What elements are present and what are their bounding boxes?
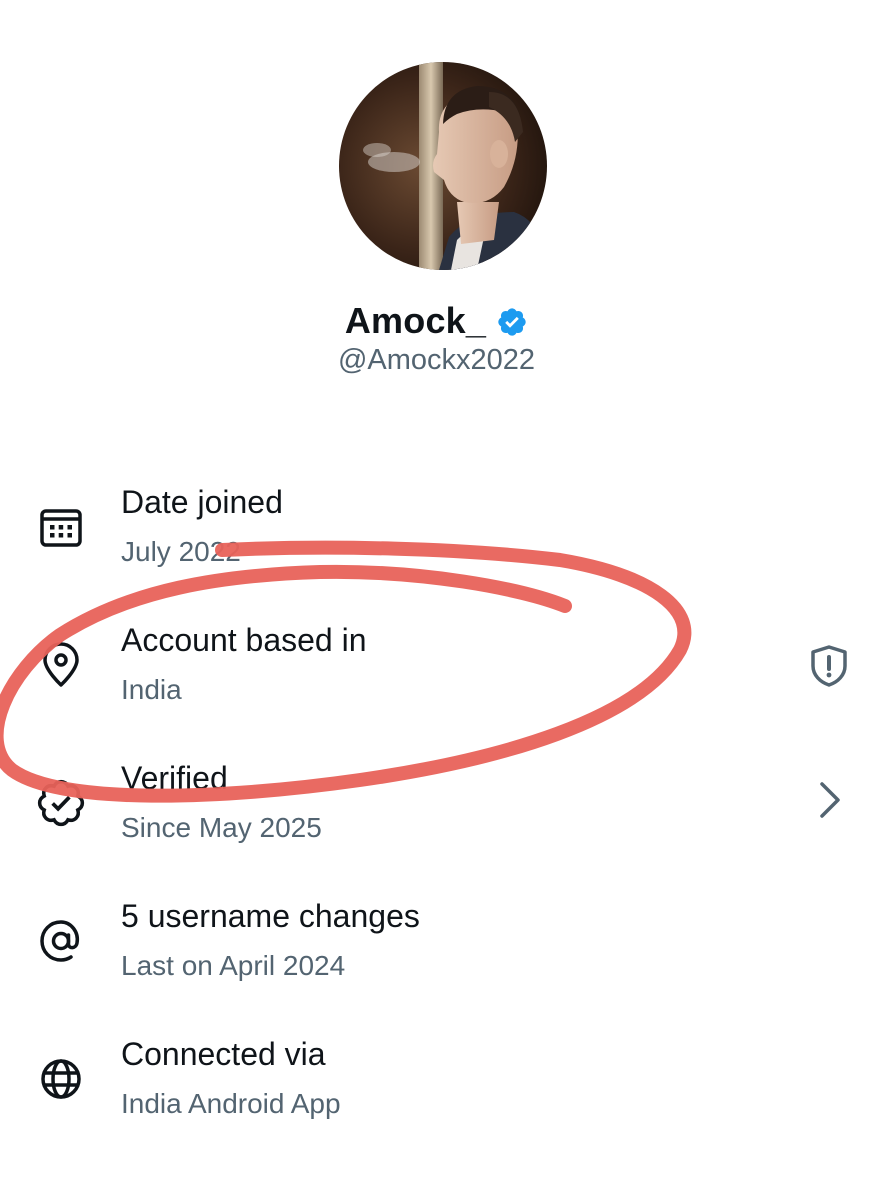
globe-icon <box>41 1059 81 1099</box>
info-row-verified[interactable]: Verified Since May 2025 <box>0 746 873 866</box>
info-row-username-changes: 5 username changes Last on April 2024 <box>0 884 873 1004</box>
profile-avatar[interactable] <box>339 62 547 270</box>
row-title: Account based in <box>121 622 367 658</box>
row-title: Verified <box>121 760 228 796</box>
location-pin-icon <box>43 642 79 687</box>
avatar-photo <box>339 62 547 270</box>
info-row-connected-via: Connected via India Android App <box>0 1022 873 1142</box>
row-title: Date joined <box>121 484 283 520</box>
profile-name-row: Amock_ <box>0 300 873 342</box>
row-title: Connected via <box>121 1036 326 1072</box>
row-subtitle: July 2022 <box>121 536 241 567</box>
shield-alert-icon[interactable] <box>805 642 853 690</box>
calendar-icon <box>40 509 82 547</box>
row-subtitle: India <box>121 674 182 705</box>
verified-badge-icon <box>496 306 528 338</box>
row-subtitle: Last on April 2024 <box>121 950 346 981</box>
row-subtitle: Since May 2025 <box>121 812 322 843</box>
chevron-right-icon[interactable] <box>805 776 853 824</box>
display-name: Amock_ <box>344 300 487 341</box>
user-handle: @Amockx2022 <box>337 344 536 376</box>
row-subtitle: India Android App <box>121 1088 341 1119</box>
verified-badge-outline-icon <box>37 779 85 827</box>
info-row-date-joined: Date joined July 2022 <box>0 470 873 590</box>
at-sign-icon <box>40 920 80 962</box>
info-row-account-based-in: Account based in India <box>0 608 873 728</box>
row-title: 5 username changes <box>121 898 420 934</box>
